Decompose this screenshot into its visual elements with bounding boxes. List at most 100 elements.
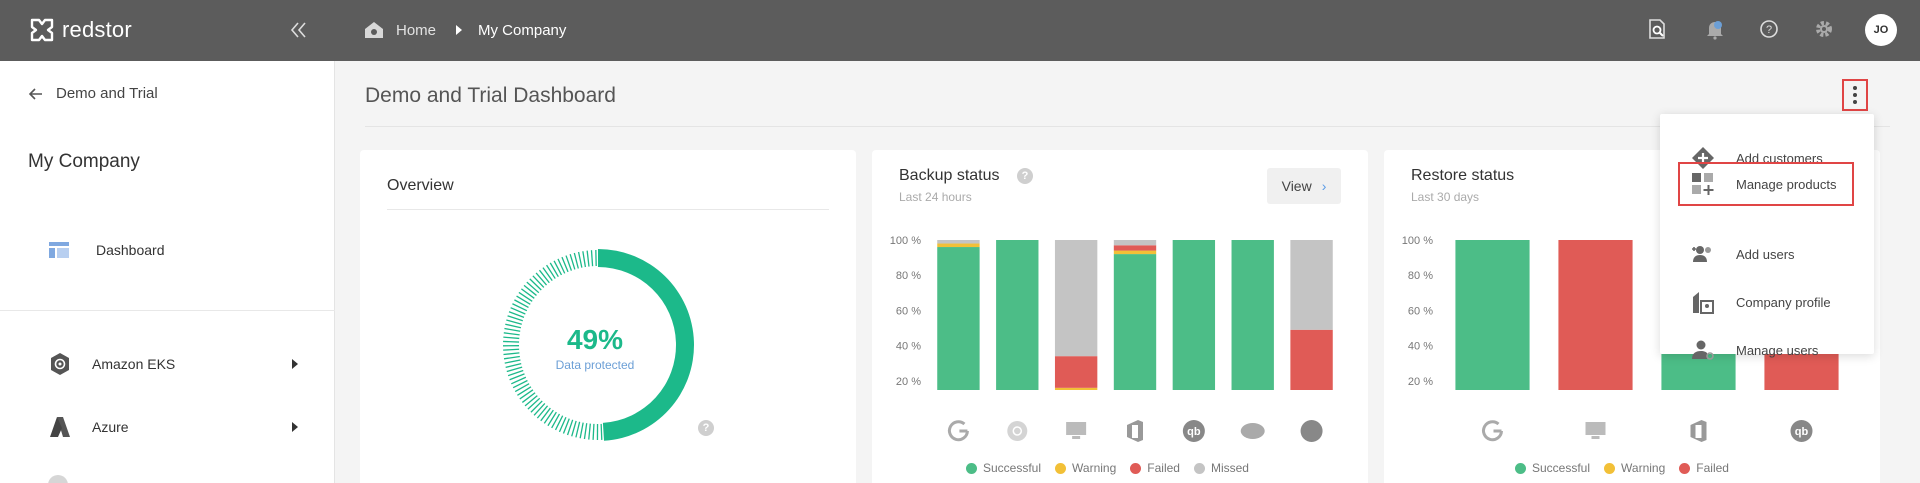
user-avatar[interactable]: JO [1865,14,1897,46]
backup-status-subtitle: Last 24 hours [899,190,972,204]
search-files-icon[interactable] [1646,18,1668,40]
bar-segment-missed[interactable] [1054,240,1098,357]
donut-unprotected-tick [575,421,581,438]
overview-help-icon[interactable]: ? [698,420,714,436]
legend-item-warning: Warning [1055,461,1116,475]
legend-dot [1193,462,1205,474]
kubernetes-icon [51,353,69,375]
help-icon[interactable]: ? [1758,18,1780,40]
menu-item-label: Manage products [1736,176,1837,192]
donut-unprotected-tick [571,420,577,437]
manage-products-icon [1692,173,1714,195]
home-icon[interactable] [364,21,384,39]
bar-segment-successful[interactable] [1172,240,1216,390]
donut-unprotected-tick [527,397,541,410]
donut-unprotected-tick [523,284,537,296]
breadcrumb-home[interactable]: Home [396,22,436,39]
menu-item-manage-users[interactable]: Manage users [1660,328,1874,372]
view-button-label: View [1281,178,1312,194]
y-tick-label: 20 % [1408,376,1433,388]
logo[interactable]: redstor [28,16,132,44]
settings-gear-icon[interactable] [1813,18,1835,40]
kebab-dot [1853,93,1857,97]
bar-segment-warning[interactable] [937,243,980,248]
category-icon-exchange [1007,421,1028,441]
donut-unprotected-tick [600,423,603,440]
donut-unprotected-tick [590,250,594,267]
legend-label: Successful [1532,461,1591,475]
page-title: Demo and Trial Dashboard [365,84,616,107]
bar-segment-successful[interactable] [1455,240,1530,390]
bar-segment-failed[interactable] [1113,245,1157,251]
legend-dot [1130,462,1142,474]
sidebar-item-dashboard[interactable]: Dashboard [48,241,165,259]
donut-unprotected-tick [517,386,532,396]
y-tick-label: 60 % [1408,305,1433,317]
bar-segment-successful[interactable] [996,240,1039,390]
bar-segment-warning[interactable] [1054,387,1098,390]
menu-item-manage-products[interactable]: Manage products [1678,162,1854,206]
more-options-menu: Add customers Manage products Add users … [1660,114,1874,360]
donut-unprotected-tick [516,295,531,305]
bar-segment-successful[interactable] [937,247,980,390]
sidebar-company-name: My Company [28,151,140,172]
category-icon-g-suite [948,420,969,442]
backup-status-card: Backup status ? Last 24 hours View › 0 %… [872,150,1368,483]
backup-view-button[interactable]: View › [1267,168,1341,204]
category-icon-computer [1066,422,1087,439]
legend-label: Successful [983,461,1042,475]
sidebar-divider [0,310,335,311]
sidebar-item-azure[interactable]: Azure [48,415,298,439]
breadcrumb-current: My Company [478,21,567,39]
donut-unprotected-tick [535,272,548,286]
category-icon-salesforce [1240,423,1265,439]
donut-unprotected-tick [521,392,536,403]
donut-unprotected-tick [546,264,556,279]
donut-unprotected-tick [503,355,520,360]
azure-icon [50,417,70,437]
donut-unprotected-tick [503,352,520,356]
bar-segment-successful[interactable] [1231,240,1274,390]
donut-unprotected-tick [520,288,535,299]
legend-item-failed: Failed [1679,461,1729,475]
backup-status-title: Backup status [899,167,1000,184]
donut-unprotected-tick [573,252,579,269]
expand-arrow-icon[interactable] [292,422,298,432]
sidebar-item-partial-icon[interactable] [48,475,68,483]
bar-segment-failed[interactable] [1558,240,1633,390]
y-tick-label: 60 % [896,305,921,317]
logo-text: redstor [62,17,132,42]
donut-unprotected-tick [543,409,554,424]
sidebar-item-amazon-eks[interactable]: Amazon EKS [48,352,298,376]
backup-category-icons: qb [948,420,1323,442]
legend-label: Warning [1621,461,1666,475]
donut-unprotected-tick [530,400,543,413]
bar-segment-failed[interactable] [1290,329,1333,390]
bar-segment-successful[interactable] [1113,254,1157,390]
donut-unprotected-tick [536,405,549,419]
breadcrumb: Home My Company [364,21,566,39]
menu-item-company-profile[interactable]: Company profile [1660,280,1874,324]
donut-unprotected-tick [524,395,538,407]
overview-divider [387,209,829,210]
backup-help-icon[interactable]: ? [1017,168,1033,184]
back-link[interactable]: Demo and Trial [28,85,158,102]
menu-item-add-users[interactable]: Add users [1660,232,1874,276]
menu-item-label: Manage users [1736,342,1819,358]
collapse-sidebar-icon[interactable] [288,18,310,42]
legend-label: Warning [1072,461,1117,475]
bar-segment-missed[interactable] [937,240,980,244]
y-tick-label: 20 % [896,376,921,388]
expand-arrow-icon[interactable] [292,359,298,369]
restore-legend: Successful Warning Failed [1515,461,1743,475]
bar-segment-missed[interactable] [1113,240,1157,246]
notifications-icon[interactable] [1704,18,1726,40]
arrow-left-icon [28,87,42,100]
more-options-button[interactable] [1842,79,1868,111]
bar-segment-warning[interactable] [1113,250,1157,255]
legend-item-missed: Missed [1193,461,1249,475]
legend-item-failed: Failed [1130,461,1180,475]
donut-unprotected-tick [533,402,546,416]
bar-segment-failed[interactable] [1054,356,1098,388]
bar-segment-missed[interactable] [1290,240,1333,330]
